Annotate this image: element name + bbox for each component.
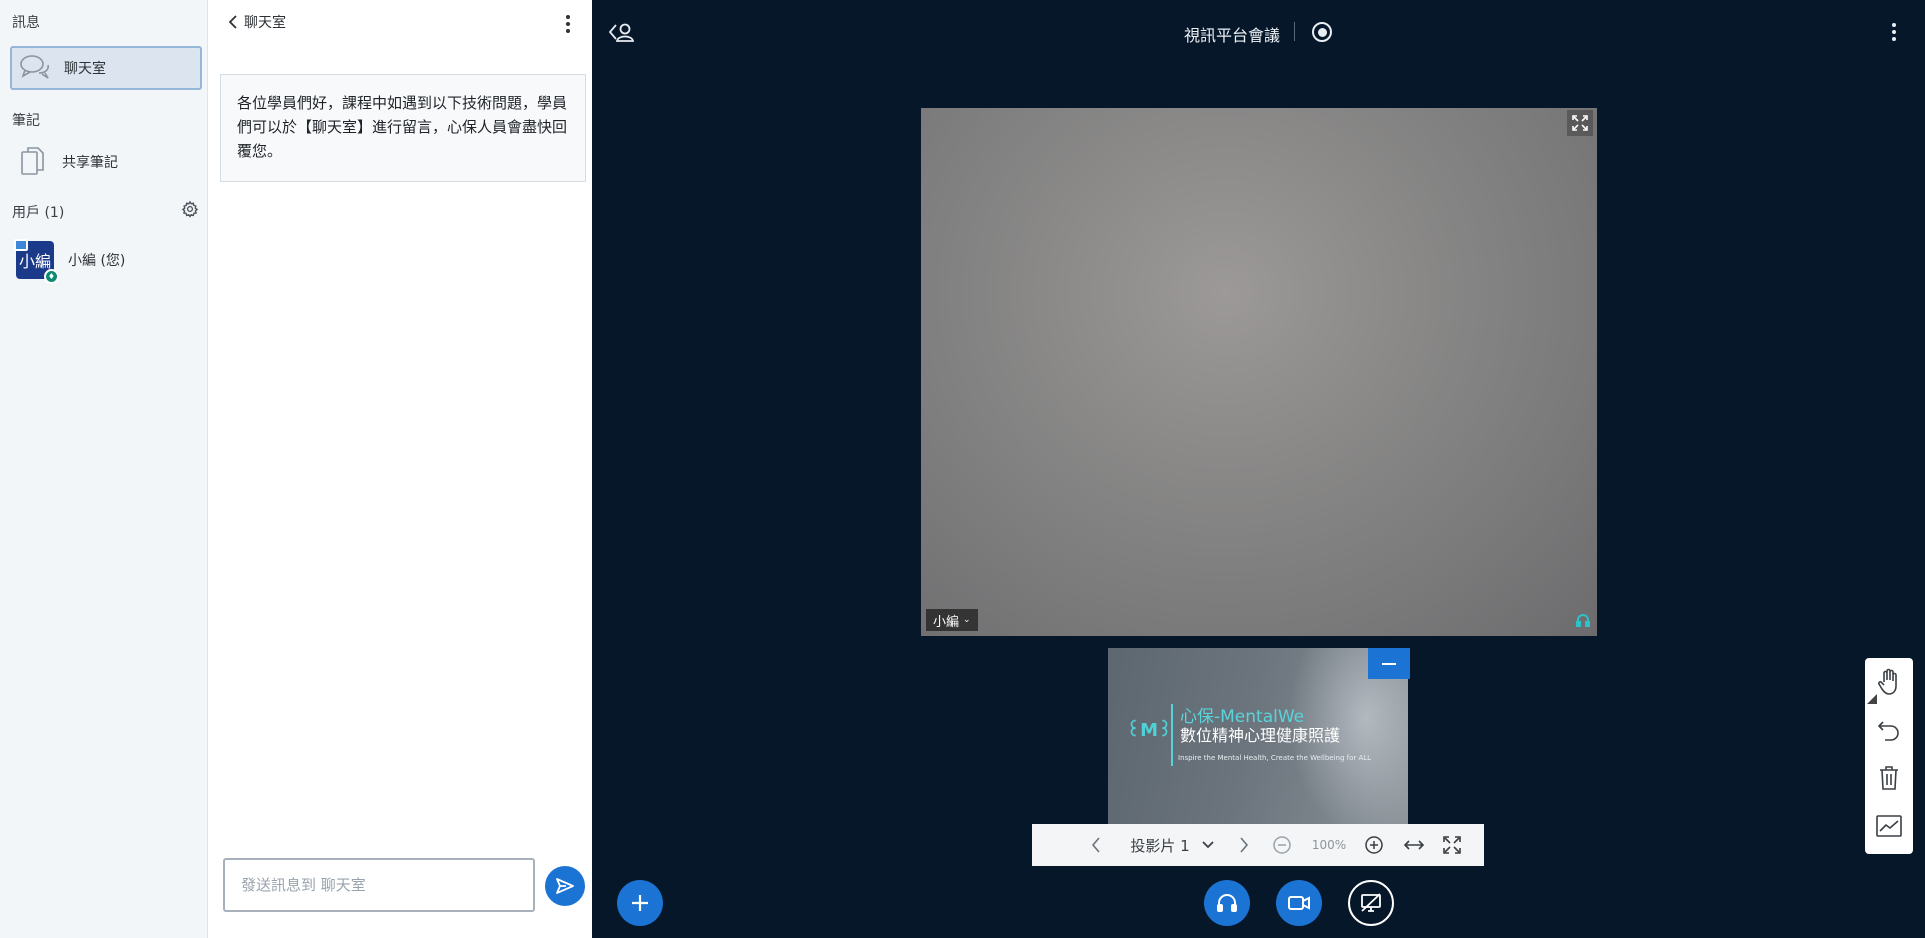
meeting-title: 視訊平台會議 xyxy=(1184,26,1281,45)
fit-to-width-button[interactable] xyxy=(1400,824,1428,866)
chat-close-button[interactable]: 聊天室 xyxy=(228,10,286,34)
sidebar-item-shared-notes[interactable]: 共享筆記 xyxy=(10,140,202,184)
moderator-icon: ♦ xyxy=(44,269,59,284)
welcome-message: 各位學員們好，課程中如遇到以下技術問題，學員們可以於【聊天室】進行留言，心保人員… xyxy=(220,74,586,182)
minus-icon xyxy=(1382,662,1396,665)
whiteboard-tool-pan[interactable] xyxy=(1865,658,1913,706)
fullscreen-icon xyxy=(1443,836,1461,854)
zoom-in-button[interactable] xyxy=(1360,824,1388,866)
chevron-left-icon xyxy=(1091,837,1100,853)
zoom-label: 100% xyxy=(1311,838,1347,852)
users-title: 用戶 (1) xyxy=(12,205,65,221)
title-divider xyxy=(1294,22,1295,41)
chart-line-icon xyxy=(1876,815,1902,837)
user-list-item[interactable]: 小編 ♦ 小編 (您) xyxy=(14,238,202,284)
headphones-icon xyxy=(1575,612,1591,628)
slide-logo: ꒰M꒱ xyxy=(1126,720,1173,741)
previous-slide-button[interactable] xyxy=(1084,824,1108,866)
messages-title: 訊息 xyxy=(12,15,40,31)
whiteboard-multiuser-button[interactable] xyxy=(1865,802,1913,850)
shared-notes-label: 共享筆記 xyxy=(62,155,118,171)
options-menu-icon[interactable] xyxy=(1882,20,1906,44)
fullscreen-icon[interactable] xyxy=(1567,110,1593,136)
chat-item-label: 聊天室 xyxy=(64,61,106,77)
slide-tagline: 數位精神心理健康照護 xyxy=(1180,726,1341,745)
audio-button[interactable] xyxy=(1204,880,1250,926)
video-button[interactable] xyxy=(1276,880,1322,926)
zoom-level[interactable]: 100% xyxy=(1302,824,1356,866)
record-button[interactable] xyxy=(1312,22,1332,42)
zoom-out-icon xyxy=(1273,836,1291,854)
whiteboard-undo-button[interactable] xyxy=(1865,706,1913,754)
notes-title: 筆記 xyxy=(12,113,40,129)
sidebar-item-chat[interactable]: 聊天室 xyxy=(10,46,202,90)
main-stage: 視訊平台會議 小編 ⌄ ꒰M꒱ 心保-MentalWe 數位精神心理健康照護 I… xyxy=(592,0,1925,938)
chevron-down-icon xyxy=(1202,841,1214,849)
webcam-user-name: 小編 xyxy=(933,614,960,630)
whiteboard-toolbar xyxy=(1865,658,1913,854)
slide-subtitle: Inspire the Mental Health, Create the We… xyxy=(1178,754,1372,762)
tool-corner-indicator xyxy=(1867,694,1877,704)
user-name: 小編 (您) xyxy=(68,253,126,269)
chevron-right-icon xyxy=(1240,837,1249,853)
slide-divider xyxy=(1171,704,1173,766)
avatar-initials: 小編 xyxy=(18,252,51,271)
record-icon xyxy=(1317,27,1327,37)
next-slide-button[interactable] xyxy=(1232,824,1256,866)
notes-icon xyxy=(14,143,52,181)
chevron-left-icon xyxy=(228,15,237,29)
actions-button[interactable] xyxy=(617,880,663,926)
plus-icon xyxy=(632,895,648,911)
webcam-user-dropdown[interactable]: 小編 ⌄ xyxy=(926,609,978,631)
zoom-out-button[interactable] xyxy=(1268,824,1296,866)
chat-panel: 聊天室 各位學員們好，課程中如遇到以下技術問題，學員們可以於【聊天室】進行留言，… xyxy=(208,0,592,938)
chevron-down-icon: ⌄ xyxy=(963,615,971,625)
webcam-video: 小編 ⌄ xyxy=(921,108,1597,636)
undo-icon xyxy=(1877,721,1899,741)
slide-label: 投影片 1 xyxy=(1130,836,1190,855)
minimize-presentation-button[interactable] xyxy=(1368,648,1410,679)
trash-icon xyxy=(1880,766,1898,790)
presentation-slide: ꒰M꒱ 心保-MentalWe 數位精神心理健康照護 Inspire the M… xyxy=(1108,648,1408,824)
avatar: 小編 ♦ xyxy=(14,239,59,284)
send-message-button[interactable] xyxy=(545,866,585,906)
gear-icon[interactable] xyxy=(181,200,201,220)
hand-icon xyxy=(1878,668,1897,695)
chat-message-input[interactable] xyxy=(223,858,535,912)
chat-options-icon[interactable] xyxy=(556,12,580,36)
fit-width-icon xyxy=(1403,840,1425,850)
desktop-share-icon xyxy=(1361,893,1381,912)
chat-title: 聊天室 xyxy=(244,15,286,31)
zoom-in-icon xyxy=(1365,836,1383,854)
presentation-toolbar: 投影片 1 100% xyxy=(1032,824,1484,866)
whiteboard-clear-button[interactable] xyxy=(1865,754,1913,802)
send-icon xyxy=(556,878,574,894)
presenter-icon xyxy=(14,239,28,251)
toggle-userlist-icon[interactable] xyxy=(608,20,636,44)
chat-bubbles-icon xyxy=(16,49,54,87)
headphones-icon xyxy=(1217,894,1237,912)
screenshare-button[interactable] xyxy=(1348,880,1394,926)
presentation-fullscreen-button[interactable] xyxy=(1438,824,1466,866)
user-list-panel: 訊息 聊天室 筆記 共享筆記 用戶 (1) 小編 ♦ 小編 (您) xyxy=(0,0,208,938)
video-camera-icon xyxy=(1288,896,1310,910)
slide-select[interactable]: 投影片 1 xyxy=(1120,824,1224,866)
